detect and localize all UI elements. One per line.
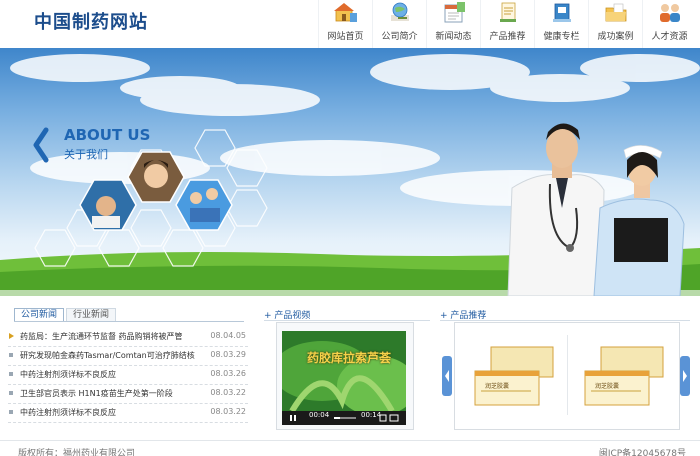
nav-label: 人才资源	[651, 32, 688, 42]
video-player[interactable]: 药胶库拉索芦荟 00:04 00:14	[276, 322, 414, 430]
footer-divider	[0, 440, 700, 441]
tab-divider	[14, 321, 244, 322]
news-title: 研究发现帕金森药Tasmar/Comtan可治疗肺结核	[20, 351, 195, 360]
page: 中国制药网站 网站首页 公司简介 新闻动态 产品推荐 健康专栏 成功案例 人才资…	[0, 0, 700, 456]
news-item[interactable]: 中药注射剂须详标不良反应 08.03.22	[8, 404, 248, 423]
video-frame	[282, 331, 406, 425]
carousel-prev-button[interactable]	[442, 356, 452, 396]
nav-item-news[interactable]: 新闻动态	[426, 0, 480, 48]
product-label: 润芝胶囊	[485, 383, 510, 390]
site-logo[interactable]: 中国制药网站	[34, 8, 148, 34]
nav-label: 公司简介	[381, 32, 418, 42]
nav-label: 成功案例	[597, 32, 634, 42]
news-date: 08.03.26	[210, 369, 246, 378]
document-icon	[500, 2, 516, 22]
main-nav: 网站首页 公司简介 新闻动态 产品推荐 健康专栏 成功案例 人才资源	[318, 0, 696, 48]
square-bullet-icon	[9, 391, 13, 395]
news-title: 中药注射剂须详标不良反应	[20, 408, 116, 417]
product-card[interactable]: 润芝胶囊	[573, 329, 673, 423]
news-date: 08.03.22	[210, 388, 246, 397]
carousel-next-button[interactable]	[680, 356, 690, 396]
folder-icon	[605, 3, 627, 22]
news-title: 药监局：生产流通环节监督 药品购销将被严管	[20, 332, 183, 341]
square-bullet-icon	[9, 353, 13, 357]
nav-item-cases[interactable]: 成功案例	[588, 0, 642, 48]
section-divider	[440, 320, 690, 321]
globe-icon	[391, 2, 409, 21]
section-divider	[264, 320, 430, 321]
news-date: 08.03.22	[210, 407, 246, 416]
people-icon	[660, 4, 680, 22]
nav-label: 产品推荐	[489, 32, 526, 42]
nav-label: 健康专栏	[543, 32, 580, 42]
news-date: 08.04.05	[210, 331, 246, 340]
about-us-title[interactable]: ABOUT US	[64, 126, 150, 144]
square-bullet-icon	[9, 372, 13, 376]
nav-item-health[interactable]: 健康专栏	[534, 0, 588, 48]
video-caption: 药胶库拉索芦荟	[307, 351, 392, 365]
health-book-icon	[553, 3, 571, 22]
news-list: 药监局：生产流通环节监督 药品购销将被严管 08.04.05 研究发现帕金森药T…	[8, 328, 248, 423]
product-box-image	[584, 346, 664, 406]
footer-icp: 闽ICP备12045678号	[598, 449, 686, 456]
nav-item-products[interactable]: 产品推荐	[480, 0, 534, 48]
news-item[interactable]: 研究发现帕金森药Tasmar/Comtan可治疗肺结核 08.03.29	[8, 347, 248, 366]
square-bullet-icon	[9, 410, 13, 414]
calendar-icon	[444, 2, 465, 23]
product-carousel: 润芝胶囊 润芝胶囊	[454, 322, 680, 430]
product-card[interactable]: 润芝胶囊	[461, 329, 561, 423]
news-date: 08.03.29	[210, 350, 246, 359]
nav-item-talent[interactable]: 人才资源	[642, 0, 696, 48]
news-item[interactable]: 药监局：生产流通环节监督 药品购销将被严管 08.04.05	[8, 328, 248, 347]
product-label: 润芝胶囊	[595, 383, 620, 390]
nav-item-home[interactable]: 网站首页	[318, 0, 372, 48]
video-time-total: 00:14	[361, 411, 382, 419]
nav-label: 网站首页	[327, 32, 364, 42]
news-tabs: 公司新闻 行业新闻	[14, 308, 118, 322]
product-box-image	[474, 346, 554, 406]
card-divider	[567, 335, 568, 415]
site-header: 中国制药网站 网站首页 公司简介 新闻动态 产品推荐 健康专栏 成功案例 人才资…	[0, 0, 700, 48]
news-title: 中药注射剂须详标不良反应	[20, 370, 116, 379]
news-item[interactable]: 卫生部官员表示 H1N1疫苗生产处第一阶段 08.03.22	[8, 385, 248, 404]
footer-copyright: 版权所有：福州药业有限公司	[18, 449, 136, 456]
tab-company-news[interactable]: 公司新闻	[14, 308, 65, 322]
news-title: 卫生部官员表示 H1N1疫苗生产处第一阶段	[20, 389, 173, 398]
news-item[interactable]: 中药注射剂须详标不良反应 08.03.26	[8, 366, 248, 385]
home-icon	[334, 3, 357, 22]
banner-scenery	[0, 54, 700, 296]
video-time-current: 00:04	[309, 411, 330, 419]
nav-item-about[interactable]: 公司简介	[372, 0, 426, 48]
hero-banner: ABOUT US 关于我们	[0, 48, 700, 296]
about-us-subtitle[interactable]: 关于我们	[64, 146, 108, 162]
arrow-bullet-icon	[9, 333, 14, 339]
chevron-left-icon	[442, 356, 452, 396]
tab-industry-news[interactable]: 行业新闻	[66, 308, 117, 322]
chevron-right-icon	[680, 356, 690, 396]
nav-label: 新闻动态	[435, 32, 472, 42]
